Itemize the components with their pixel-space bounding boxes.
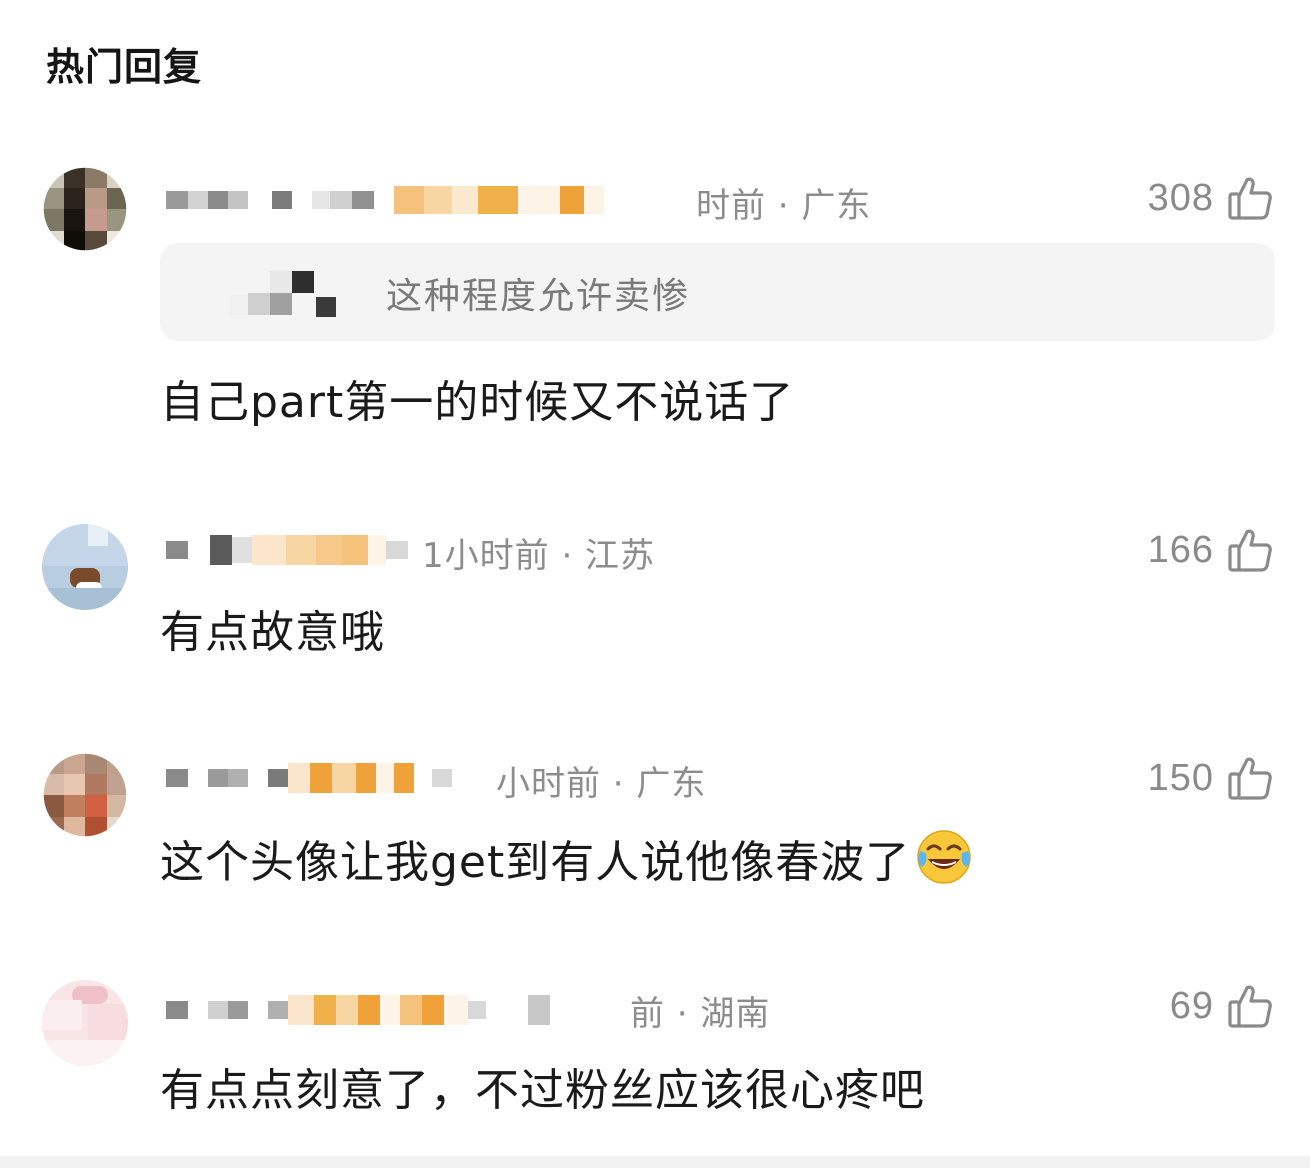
comment-meta: 1小时前 · 江苏 xyxy=(422,536,656,576)
avatar[interactable] xyxy=(43,167,127,251)
thumbs-up-icon xyxy=(1228,177,1272,220)
like-button[interactable]: 308 xyxy=(1148,172,1274,224)
quoted-reply[interactable]: 这种程度允许卖惨 xyxy=(160,243,1275,341)
comment-text-content: 这个头像让我get到有人说他像春波了 xyxy=(160,837,911,888)
username[interactable] xyxy=(166,758,452,798)
like-count: 166 xyxy=(1147,528,1214,571)
comment-text: 自己part第一的时候又不说话了 xyxy=(160,377,795,428)
like-button[interactable]: 150 xyxy=(1148,752,1274,804)
quoted-username xyxy=(230,271,336,317)
thumbs-up-icon xyxy=(1228,985,1272,1028)
like-button[interactable]: 166 xyxy=(1148,524,1274,576)
comment-text: 有点故意哦 xyxy=(160,607,385,658)
avatar[interactable] xyxy=(42,980,128,1066)
thumbs-up-icon xyxy=(1228,529,1272,572)
username[interactable] xyxy=(166,180,604,220)
username[interactable] xyxy=(166,530,408,570)
tears-of-joy-emoji xyxy=(917,830,972,884)
like-button[interactable]: 69 xyxy=(1170,980,1274,1032)
like-count: 150 xyxy=(1147,756,1214,799)
like-count: 69 xyxy=(1169,984,1214,1027)
avatar[interactable] xyxy=(43,753,127,837)
bottom-divider xyxy=(0,1156,1310,1168)
section-title: 热门回复 xyxy=(46,45,203,89)
username[interactable] xyxy=(166,990,550,1030)
avatar[interactable] xyxy=(42,524,128,610)
comment-text: 有点点刻意了，不过粉丝应该很心疼吧 xyxy=(160,1065,925,1116)
comment-meta: 时前 · 广东 xyxy=(696,186,872,226)
like-count: 308 xyxy=(1147,176,1214,219)
comment-meta: 前 · 湖南 xyxy=(630,994,771,1034)
thumbs-up-icon xyxy=(1228,757,1272,800)
comment-meta: 小时前 · 广东 xyxy=(496,764,707,804)
quoted-text: 这种程度允许卖惨 xyxy=(386,276,691,317)
comment-text: 这个头像让我get到有人说他像春波了 xyxy=(160,826,974,890)
